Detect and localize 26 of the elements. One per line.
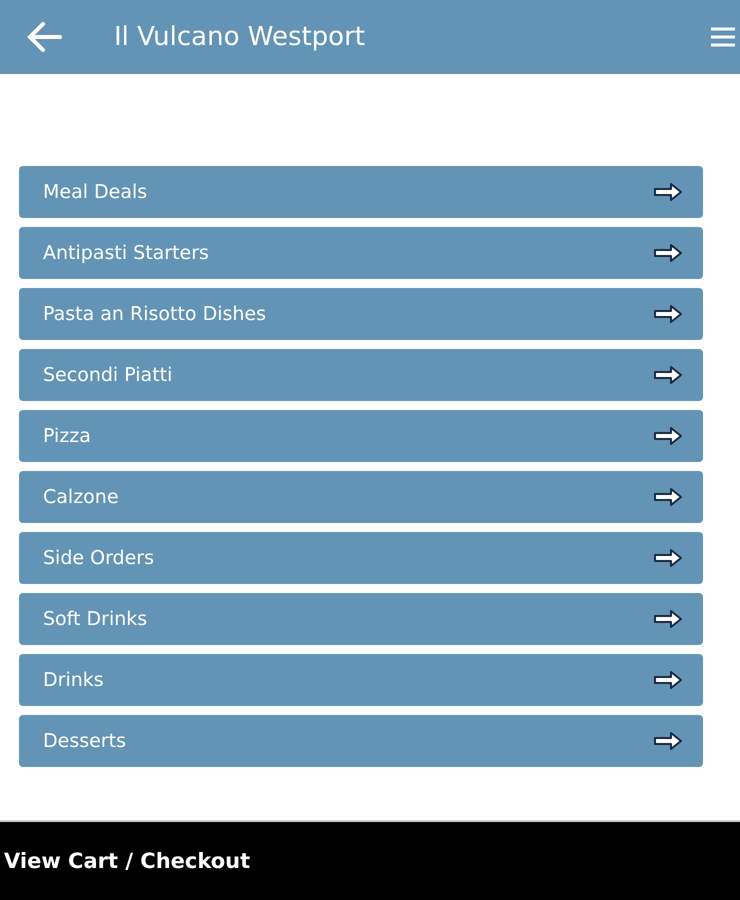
category-button[interactable]: Pasta an Risotto Dishes [19,288,703,340]
pointing-arrow-icon [653,670,683,690]
view-cart-button[interactable]: View Cart / Checkout [4,849,250,873]
category-button[interactable]: Desserts [19,715,703,767]
category-button[interactable]: Meal Deals [19,166,703,218]
menu-button[interactable] [710,26,736,48]
category-button[interactable]: Secondi Piatti [19,349,703,401]
pointing-arrow-icon [653,243,683,263]
pointing-arrow-icon [653,731,683,751]
pointing-arrow-icon [653,365,683,385]
pointing-arrow-icon [653,487,683,507]
pointing-arrow-icon [653,548,683,568]
category-button[interactable]: Antipasti Starters [19,227,703,279]
category-button[interactable]: Soft Drinks [19,593,703,645]
category-button[interactable]: Drinks [19,654,703,706]
pointing-arrow-icon [653,304,683,324]
category-button[interactable]: Pizza [19,410,703,462]
menu-icon [710,26,736,48]
category-button[interactable]: Side Orders [19,532,703,584]
pointing-arrow-icon [653,609,683,629]
pointing-arrow-icon [653,182,683,202]
category-button[interactable]: Calzone [19,471,703,523]
restaurant-title: Il Vulcano Westport [114,22,366,52]
back-arrow-icon [26,21,62,53]
pointing-arrow-icon [653,426,683,446]
back-button[interactable] [26,21,62,53]
